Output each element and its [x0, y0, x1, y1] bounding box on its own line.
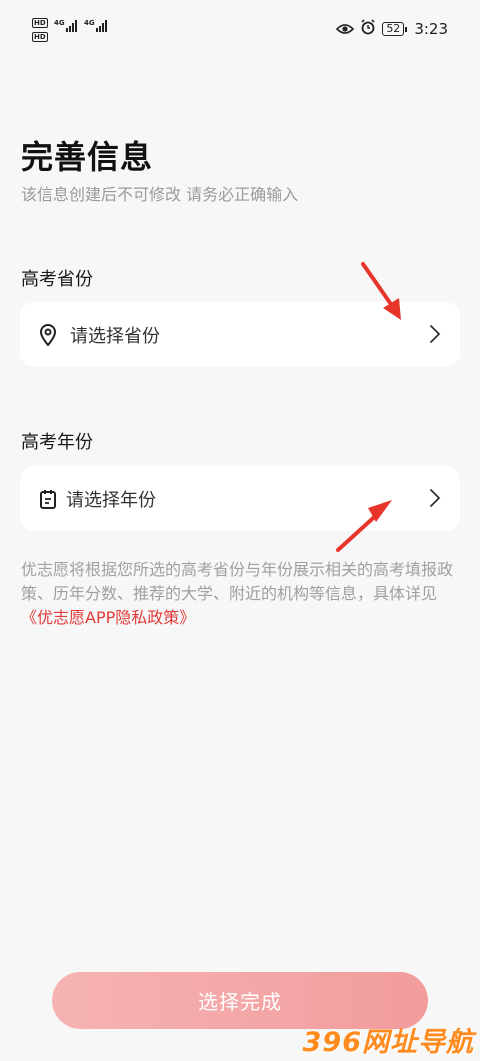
info-text: 优志愿将根据您所选的高考省份与年份展示相关的高考填报政策、历年分数、推荐的大学、…: [21, 558, 461, 630]
chevron-right-icon: [428, 322, 442, 346]
hd-badge: HD: [32, 18, 48, 28]
status-bar: HD HD 4G 4G 52 3:23: [0, 0, 480, 56]
hd-badge: HD: [32, 32, 48, 42]
arrow-annotation-icon: [361, 262, 401, 320]
year-placeholder: 请选择年份: [66, 489, 156, 511]
signal-bars-icon: [96, 20, 107, 32]
year-label: 高考年份: [21, 432, 93, 453]
status-time: 3:23: [414, 20, 448, 38]
signal-group: HD HD 4G 4G: [32, 16, 112, 44]
calendar-icon: [38, 487, 58, 511]
status-right: 52 3:23: [336, 18, 448, 40]
alarm-icon: [360, 19, 376, 39]
eye-icon: [336, 20, 355, 39]
privacy-policy-link[interactable]: 《优志愿APP隐私政策》: [21, 608, 195, 627]
screen: HD HD 4G 4G 52 3:23 完善信息 该信息创建后不可修改 请务必正…: [0, 0, 480, 1061]
province-placeholder: 请选择省份: [70, 325, 160, 347]
province-label: 高考省份: [21, 269, 93, 290]
info-body: 优志愿将根据您所选的高考省份与年份展示相关的高考填报政策、历年分数、推荐的大学、…: [21, 560, 454, 603]
battery-indicator: 52: [382, 22, 408, 36]
page-subtitle: 该信息创建后不可修改 请务必正确输入: [21, 185, 299, 204]
arrow-annotation-icon: [336, 500, 392, 552]
page-title: 完善信息: [21, 138, 154, 176]
network-type: 4G: [54, 19, 65, 27]
network-type: 4G: [84, 19, 95, 27]
watermark-logo: 396网址导航: [302, 1027, 474, 1058]
chevron-right-icon: [428, 486, 442, 510]
signal-bars-icon: [66, 20, 77, 32]
location-pin-icon: [38, 323, 58, 347]
